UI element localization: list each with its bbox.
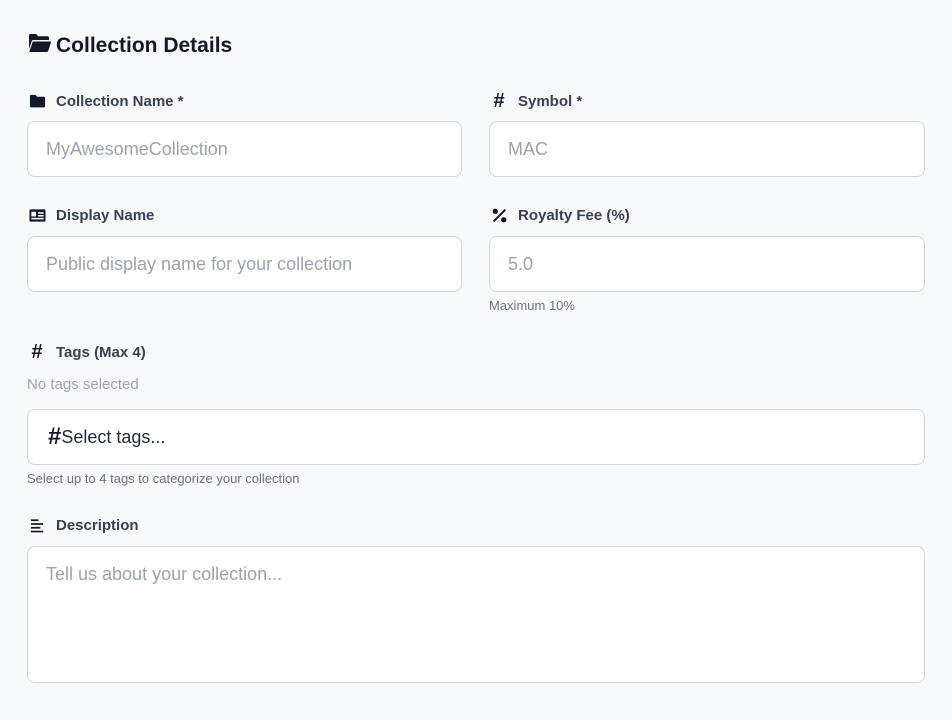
tags-label: # Tags (Max 4) [28,341,146,363]
royalty-fee-label-text: Royalty Fee (%) [518,206,630,224]
symbol-label: # Symbol * [490,90,583,112]
description-textarea[interactable] [27,546,925,683]
display-name-label-text: Display Name [56,206,155,224]
tags-select-placeholder: Select tags... [61,426,166,447]
folder-icon [28,92,46,110]
hash-icon: # [493,90,505,112]
section-title: Collection Details [28,32,232,60]
symbol-label-text: Symbol * [518,92,583,110]
tags-helper: Select up to 4 tags to categorize your c… [27,471,300,486]
royalty-fee-label: Royalty Fee (%) [490,206,630,224]
hash-icon: # [48,423,62,450]
folder-open-icon [28,32,52,60]
description-label-text: Description [56,516,139,534]
section-title-text: Collection Details [56,34,233,57]
hash-icon: # [31,341,43,363]
no-tags-text: No tags selected [27,376,139,393]
display-name-input[interactable] [27,236,462,292]
tags-select[interactable]: # Select tags... [27,409,925,465]
collection-name-label: Collection Name * [28,92,184,110]
royalty-fee-helper: Maximum 10% [489,298,575,313]
symbol-input[interactable] [489,121,925,177]
align-left-icon [28,516,46,534]
royalty-fee-input[interactable] [489,236,925,292]
collection-details-form: Collection Details Collection Name * # S… [0,0,952,720]
collection-name-input[interactable] [27,121,462,177]
tags-label-text: Tags (Max 4) [56,343,146,361]
percent-icon [490,206,508,224]
collection-name-label-text: Collection Name * [56,92,184,110]
id-card-icon [28,206,46,224]
description-label: Description [28,516,139,534]
display-name-label: Display Name [28,206,154,224]
